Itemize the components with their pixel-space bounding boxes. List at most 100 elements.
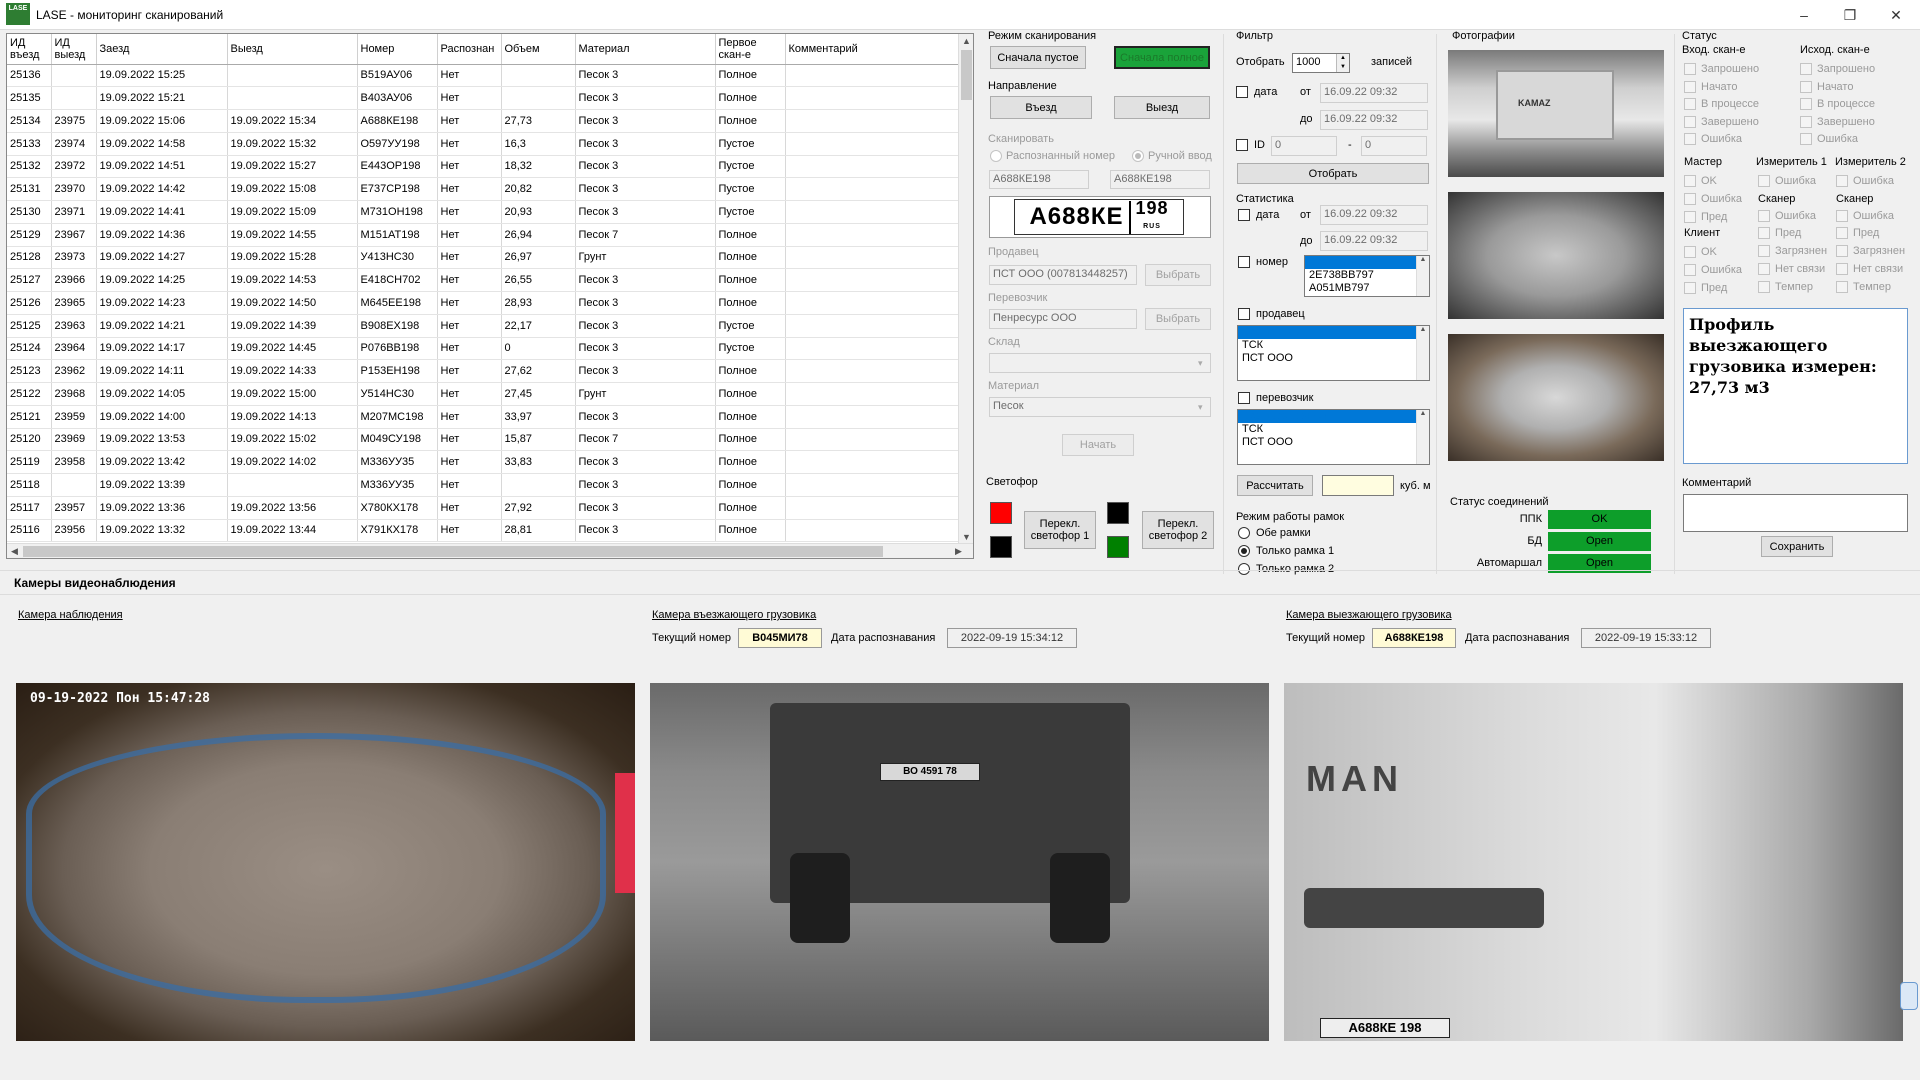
list-item[interactable]: ПСТ ООО bbox=[1238, 352, 1429, 365]
column-header[interactable]: Материал bbox=[575, 34, 716, 65]
list-item[interactable]: Все номера bbox=[1305, 256, 1429, 269]
table-row[interactable]: 25121 23959 19.09.2022 14:00 19.09.2022 14:… bbox=[7, 405, 961, 429]
choose-seller-button[interactable]: Выбрать bbox=[1145, 264, 1211, 286]
scroll-down-icon[interactable]: ▼ bbox=[962, 532, 971, 542]
warehouse-select[interactable] bbox=[989, 353, 1211, 373]
carrier-field[interactable]: Пенресурс ООО bbox=[989, 309, 1137, 329]
table-row[interactable]: 25135 19.09.2022 15:21 В403АУ06 Нет Песок 3П… bbox=[7, 86, 961, 110]
list-item[interactable]: ПСТ ООО bbox=[1238, 436, 1429, 449]
list-item[interactable]: ТСК bbox=[1238, 339, 1429, 352]
table-row[interactable]: 25136 19.09.2022 15:25 В519АУ06 Нет Песок 3П… bbox=[7, 64, 961, 88]
stats-number-checkbox[interactable] bbox=[1238, 256, 1250, 268]
truck-front-photo[interactable]: KAMAZ bbox=[1448, 50, 1664, 177]
save-comment-button[interactable]: Сохранить bbox=[1761, 536, 1833, 557]
stats-seller-checkbox[interactable] bbox=[1238, 308, 1250, 320]
apply-filter-button[interactable]: Отобрать bbox=[1237, 163, 1429, 184]
stats-carrier-checkbox[interactable] bbox=[1238, 392, 1250, 404]
list-item[interactable]: ТСК bbox=[1238, 423, 1429, 436]
table-row[interactable]: 25133 23974 19.09.2022 14:58 19.09.2022 15:… bbox=[7, 132, 961, 156]
filter-id-from-field[interactable]: 0 bbox=[1271, 136, 1337, 156]
filter-id-checkbox[interactable] bbox=[1236, 139, 1248, 151]
table-row[interactable]: 25124 23964 19.09.2022 14:17 19.09.2022 14:… bbox=[7, 337, 961, 361]
column-header[interactable]: Комментарий bbox=[785, 34, 961, 65]
filter-date-from-picker[interactable]: 16.09.22 09:32 bbox=[1320, 83, 1428, 103]
column-header[interactable]: Распознан bbox=[437, 34, 502, 65]
surveillance-camera-feed[interactable]: 09-19-2022 Пон 15:47:28 bbox=[16, 683, 635, 1041]
stats-date-checkbox[interactable] bbox=[1238, 209, 1250, 221]
table-horizontal-scrollbar[interactable]: ◀ ▶ bbox=[7, 543, 973, 558]
switch-traffic-light-2-button[interactable]: Перекл. светофор 2 bbox=[1142, 511, 1214, 549]
column-header[interactable]: Номер bbox=[357, 34, 438, 65]
table-row[interactable]: 25119 23958 19.09.2022 13:42 19.09.2022 14:… bbox=[7, 450, 961, 474]
cargo-top-photo-1[interactable] bbox=[1448, 192, 1664, 319]
start-button[interactable]: Начать bbox=[1062, 434, 1134, 456]
both-frames-radio[interactable] bbox=[1238, 527, 1250, 539]
choose-carrier-button[interactable]: Выбрать bbox=[1145, 308, 1211, 330]
table-row[interactable]: 25117 23957 19.09.2022 13:36 19.09.2022 13:… bbox=[7, 496, 961, 520]
seller-field[interactable]: ПСТ ООО (007813448257) bbox=[989, 265, 1137, 285]
filter-date-checkbox[interactable] bbox=[1236, 86, 1248, 98]
list-scrollbar[interactable]: ▲ bbox=[1416, 256, 1429, 296]
list-scrollbar[interactable]: ▲ bbox=[1416, 326, 1429, 380]
close-button[interactable]: ✕ bbox=[1876, 2, 1916, 28]
scroll-up-icon[interactable]: ▲ bbox=[962, 36, 971, 46]
table-row[interactable]: 25126 23965 19.09.2022 14:23 19.09.2022 14:… bbox=[7, 291, 961, 315]
entry-button[interactable]: Въезд bbox=[990, 96, 1092, 119]
side-tool-icon[interactable] bbox=[1900, 982, 1918, 1010]
stats-date-to-picker[interactable]: 16.09.22 09:32 bbox=[1320, 231, 1428, 251]
full-first-button[interactable]: Сначала полное bbox=[1114, 46, 1210, 69]
scroll-thumb-horizontal[interactable] bbox=[23, 546, 883, 557]
manual-input-radio[interactable] bbox=[1132, 150, 1144, 162]
table-row[interactable]: 25120 23969 19.09.2022 13:53 19.09.2022 15:… bbox=[7, 428, 961, 452]
filter-id-to-field[interactable]: 0 bbox=[1361, 136, 1427, 156]
table-row[interactable]: 25134 23975 19.09.2022 15:06 19.09.2022 15:… bbox=[7, 109, 961, 133]
count-spinner-icon[interactable]: ▲ ▼ bbox=[1336, 54, 1349, 72]
table-row[interactable]: 25131 23970 19.09.2022 14:42 19.09.2022 15:… bbox=[7, 177, 961, 201]
list-scrollbar[interactable]: ▲ bbox=[1416, 410, 1429, 464]
list-item[interactable]: Все перевозчики bbox=[1238, 410, 1429, 423]
table-row[interactable]: 25129 23967 19.09.2022 14:36 19.09.2022 14:… bbox=[7, 223, 961, 247]
manual-number-field[interactable]: А688КЕ198 bbox=[1110, 170, 1210, 189]
list-item[interactable]: Все продавцы bbox=[1238, 326, 1429, 339]
calculate-button[interactable]: Рассчитать bbox=[1237, 475, 1313, 496]
restore-button[interactable]: ❐ bbox=[1830, 2, 1870, 28]
exit-button[interactable]: Выезд bbox=[1114, 96, 1210, 119]
scroll-right-icon[interactable]: ▶ bbox=[955, 546, 962, 557]
minimize-button[interactable]: – bbox=[1784, 2, 1824, 28]
scroll-left-icon[interactable]: ◀ bbox=[11, 546, 18, 557]
column-header[interactable]: ИД въезд bbox=[7, 34, 52, 65]
list-item[interactable]: А051МВ797 bbox=[1305, 282, 1429, 295]
table-row[interactable]: 25122 23968 19.09.2022 14:05 19.09.2022 15:… bbox=[7, 382, 961, 406]
table-row[interactable]: 25130 23971 19.09.2022 14:41 19.09.2022 15:… bbox=[7, 200, 961, 224]
empty-first-button[interactable]: Сначала пустое bbox=[990, 46, 1086, 69]
frame-1-radio[interactable] bbox=[1238, 545, 1250, 557]
scroll-thumb[interactable] bbox=[961, 50, 972, 100]
filter-date-to-picker[interactable]: 16.09.22 09:32 bbox=[1320, 110, 1428, 130]
table-vertical-scrollbar[interactable]: ▲ ▼ bbox=[958, 34, 973, 544]
cargo-top-photo-2[interactable] bbox=[1448, 334, 1664, 461]
table-row[interactable]: 25123 23962 19.09.2022 14:11 19.09.2022 14:… bbox=[7, 359, 961, 383]
table-row[interactable]: 25116 23956 19.09.2022 13:32 19.09.2022 13:… bbox=[7, 519, 961, 543]
seller-listbox[interactable]: Все продавцы ТСК ПСТ ООО ▲ bbox=[1237, 325, 1430, 381]
table-row[interactable]: 25132 23972 19.09.2022 14:51 19.09.2022 15:… bbox=[7, 155, 961, 179]
table-row[interactable]: 25128 23973 19.09.2022 14:27 19.09.2022 15:… bbox=[7, 246, 961, 270]
table-row[interactable]: 25118 19.09.2022 13:39 М336УУ35 Нет Песок 3П… bbox=[7, 473, 961, 497]
scans-table[interactable]: ИД въезд ИД выезд Заезд Выезд Номер Распознан… bbox=[6, 33, 974, 559]
column-header[interactable]: Первое скан-е bbox=[715, 34, 786, 65]
table-row[interactable]: 25127 23966 19.09.2022 14:25 19.09.2022 14:… bbox=[7, 268, 961, 292]
column-header[interactable]: Объем bbox=[501, 34, 576, 65]
number-listbox[interactable]: Все номера 2Е738ВВ797 А051МВ797 ▲ bbox=[1304, 255, 1430, 297]
carrier-listbox[interactable]: Все перевозчики ТСК ПСТ ООО ▲ bbox=[1237, 409, 1430, 465]
frame-2-radio[interactable] bbox=[1238, 563, 1250, 575]
switch-traffic-light-1-button[interactable]: Перекл. светофор 1 bbox=[1024, 511, 1096, 549]
table-row[interactable]: 25125 23963 19.09.2022 14:21 19.09.2022 14:… bbox=[7, 314, 961, 338]
column-header[interactable]: Заезд bbox=[96, 34, 228, 65]
list-item[interactable]: 2Е738ВВ797 bbox=[1305, 269, 1429, 282]
column-header[interactable]: Выезд bbox=[227, 34, 358, 65]
comment-field[interactable] bbox=[1683, 494, 1908, 532]
stats-date-from-picker[interactable]: 16.09.22 09:32 bbox=[1320, 205, 1428, 225]
recognized-number-field[interactable]: А688КЕ198 bbox=[989, 170, 1089, 189]
exit-camera-feed[interactable]: MAN А688КЕ 198 bbox=[1284, 683, 1903, 1041]
material-select[interactable]: Песок bbox=[989, 397, 1211, 417]
recognized-number-radio[interactable] bbox=[990, 150, 1002, 162]
